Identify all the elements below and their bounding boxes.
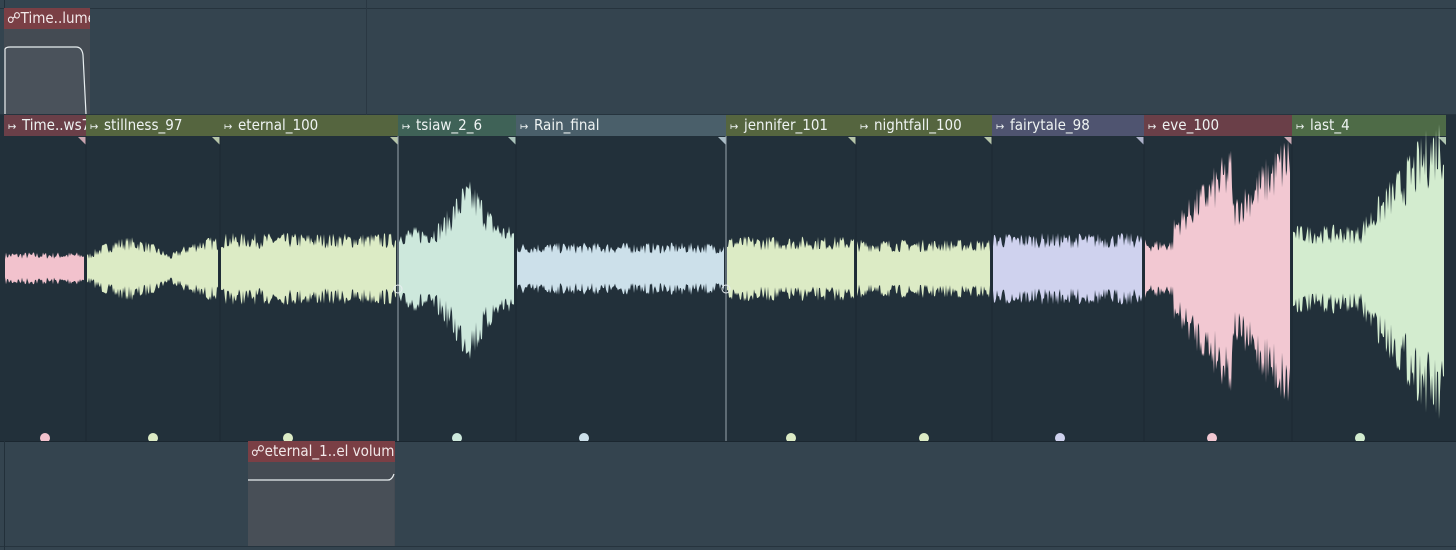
automation-clip-bottom[interactable]: ☍eternal_1..el volume xyxy=(248,441,395,546)
clip-marker-dot[interactable] xyxy=(1355,433,1365,441)
clip-marker-dot[interactable] xyxy=(148,433,158,441)
clip-marker-dot[interactable] xyxy=(1055,433,1065,441)
clip-end-marker[interactable] xyxy=(984,137,992,145)
clip-marker-dot[interactable] xyxy=(283,433,293,441)
grid-line xyxy=(366,0,367,115)
clip-end-marker[interactable] xyxy=(212,137,220,145)
clip-end-marker[interactable] xyxy=(78,137,86,145)
waveform-segment xyxy=(727,236,854,302)
track-divider xyxy=(0,8,1456,9)
automation-clip-label: eternal_1..el volume xyxy=(264,442,395,460)
automation-clip-label: Time..lume xyxy=(20,9,90,27)
waveform-segment xyxy=(399,181,514,360)
waveform-segment xyxy=(1293,124,1444,420)
automation-icon: ☍ xyxy=(7,9,21,27)
automation-icon: ☍ xyxy=(251,442,265,460)
automation-curve xyxy=(4,46,87,114)
automation-curve-area[interactable] xyxy=(248,462,395,546)
waveform-segment xyxy=(221,232,396,305)
waveform-segment xyxy=(993,232,1142,305)
clip-end-marker[interactable] xyxy=(718,137,726,145)
automation-track-bottom xyxy=(0,441,1456,550)
automation-clip-header[interactable]: ☍Time..lume xyxy=(4,8,90,29)
automation-track-top xyxy=(0,0,1456,115)
automation-curve-area[interactable] xyxy=(4,29,90,114)
waveform-segment xyxy=(517,242,724,295)
waveform-segment xyxy=(5,252,84,285)
waveform-segment xyxy=(1145,140,1290,402)
clip-marker-dot[interactable] xyxy=(579,433,589,441)
automation-curve xyxy=(248,473,395,546)
clip-marker-dot[interactable] xyxy=(40,433,50,441)
waveform-segment xyxy=(857,239,990,298)
waveform-segment xyxy=(87,237,218,301)
clip-marker-dot[interactable] xyxy=(1207,433,1217,441)
clip-end-marker[interactable] xyxy=(1136,137,1144,145)
playlist-view: ☍Time..lume ↦ Time..ws7 ↦ stillness_97 ↦ eter… xyxy=(0,0,1456,550)
clip-marker-dot[interactable] xyxy=(919,433,929,441)
track-divider xyxy=(0,546,1456,547)
automation-clip-header[interactable]: ☍eternal_1..el volume xyxy=(248,441,395,462)
clip-marker-dot[interactable] xyxy=(452,433,462,441)
clip-end-marker[interactable] xyxy=(508,137,516,145)
automation-clip-top[interactable]: ☍Time..lume xyxy=(4,8,90,114)
track-divider xyxy=(0,441,1456,442)
waveform xyxy=(5,124,1446,441)
clip-end-marker[interactable] xyxy=(390,137,398,145)
clip-marker-dot[interactable] xyxy=(786,433,796,441)
clip-end-marker[interactable] xyxy=(848,137,856,145)
